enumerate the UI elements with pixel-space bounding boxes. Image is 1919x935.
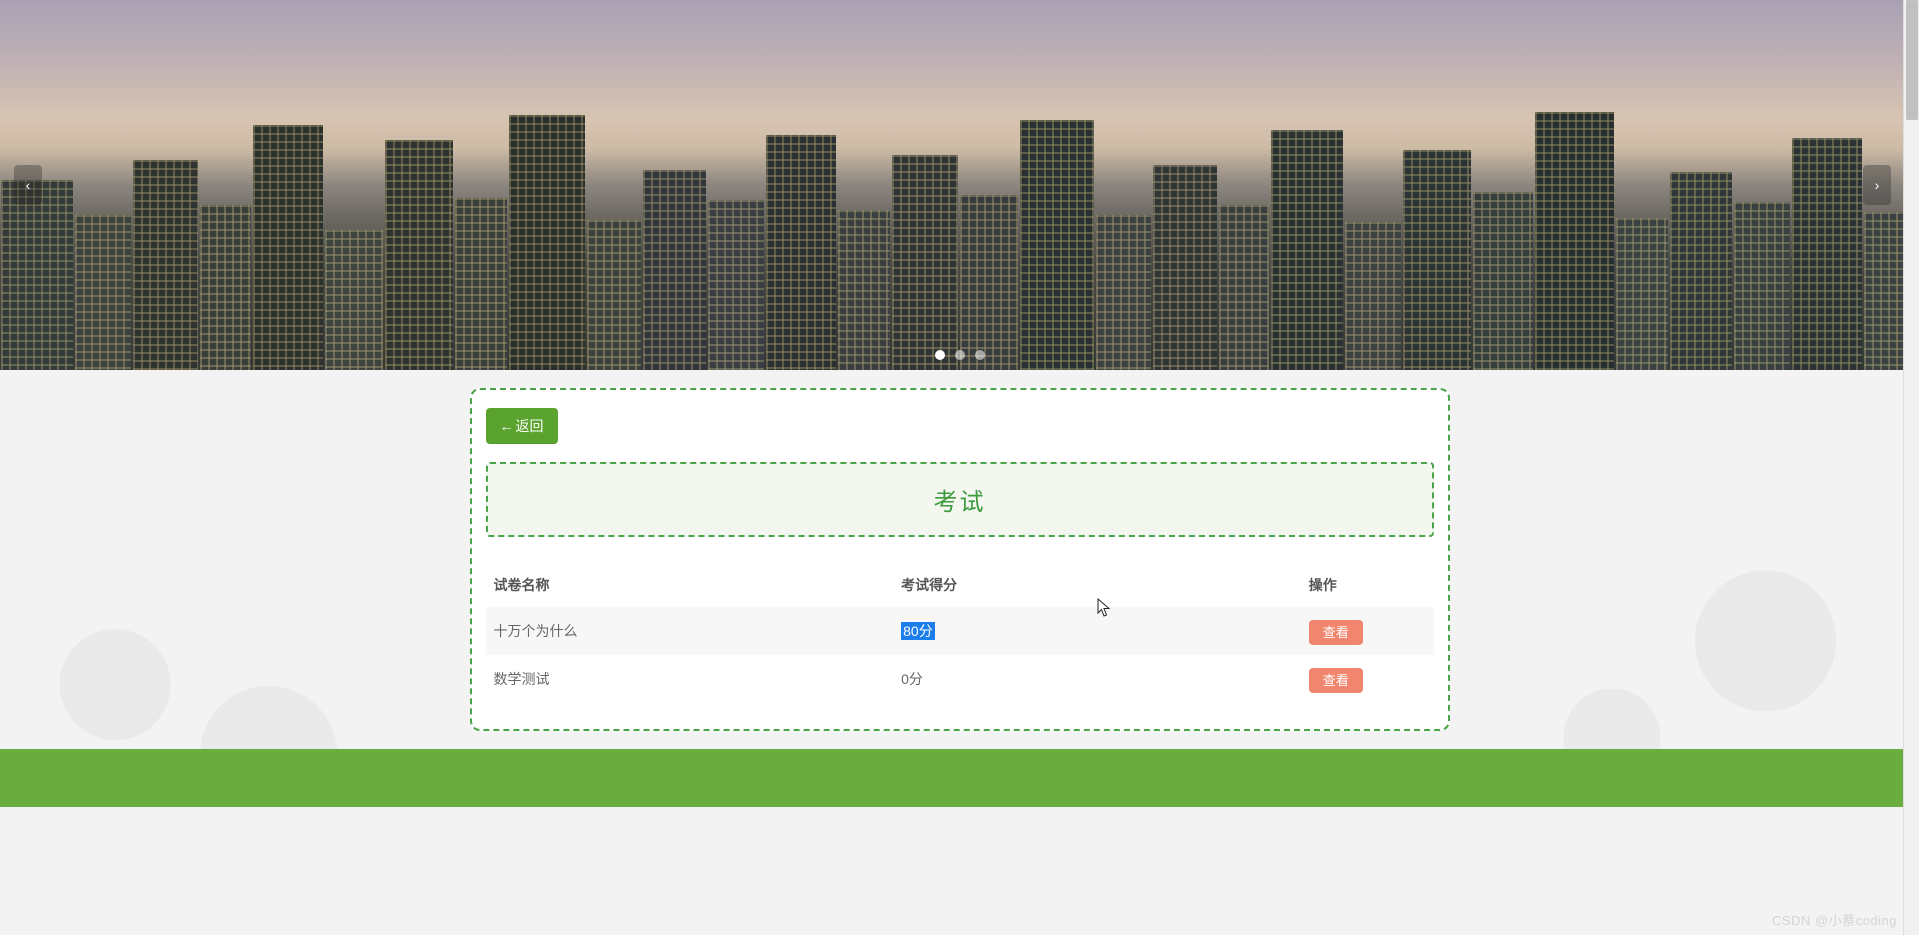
arrow-left-icon: ← <box>500 418 514 434</box>
cell-exam-score: 0分 <box>893 655 1301 703</box>
carousel-next-button[interactable]: › <box>1863 165 1891 205</box>
column-header-name: 试卷名称 <box>486 563 894 607</box>
page-title-box: 考试 <box>486 462 1434 537</box>
watermark-text: CSDN @小蔡coding <box>1772 910 1897 929</box>
back-button[interactable]: ←返回 <box>486 408 558 444</box>
column-header-op: 操作 <box>1301 563 1434 607</box>
view-button[interactable]: 查看 <box>1309 668 1363 693</box>
exam-table: 试卷名称 考试得分 操作 十万个为什么 80分 查看 数学测试 0分 查看 <box>486 563 1434 703</box>
carousel-dot-1[interactable] <box>935 350 945 360</box>
hero-image-skyline <box>0 110 1919 370</box>
cell-exam-name: 十万个为什么 <box>486 607 894 655</box>
back-button-label: 返回 <box>516 416 544 436</box>
cell-exam-name: 数学测试 <box>486 655 894 703</box>
cell-op: 查看 <box>1301 607 1434 655</box>
cell-exam-score: 80分 <box>893 607 1301 655</box>
page-title: 考试 <box>488 482 1432 517</box>
footer-bar <box>0 749 1919 807</box>
scrollbar-thumb[interactable] <box>1906 0 1918 120</box>
carousel-dot-3[interactable] <box>975 350 985 360</box>
cell-op: 查看 <box>1301 655 1434 703</box>
carousel-dots <box>935 350 985 360</box>
content-area: ←返回 考试 试卷名称 考试得分 操作 十万个为什么 80分 <box>0 370 1919 807</box>
table-row: 数学测试 0分 查看 <box>486 655 1434 703</box>
page-root: ‹ › ←返回 考试 试卷名称 考试得分 操作 <box>0 0 1919 807</box>
table-header-row: 试卷名称 考试得分 操作 <box>486 563 1434 607</box>
carousel-dot-2[interactable] <box>955 350 965 360</box>
hero-carousel: ‹ › <box>0 0 1919 370</box>
scrollbar-vertical[interactable] <box>1903 0 1919 935</box>
chevron-right-icon: › <box>1875 177 1880 193</box>
exam-panel: ←返回 考试 试卷名称 考试得分 操作 十万个为什么 80分 <box>470 388 1450 731</box>
score-highlight: 80分 <box>901 622 935 640</box>
chevron-left-icon: ‹ <box>26 177 31 193</box>
table-row: 十万个为什么 80分 查看 <box>486 607 1434 655</box>
column-header-score: 考试得分 <box>893 563 1301 607</box>
view-button[interactable]: 查看 <box>1309 620 1363 645</box>
carousel-prev-button[interactable]: ‹ <box>14 165 42 205</box>
